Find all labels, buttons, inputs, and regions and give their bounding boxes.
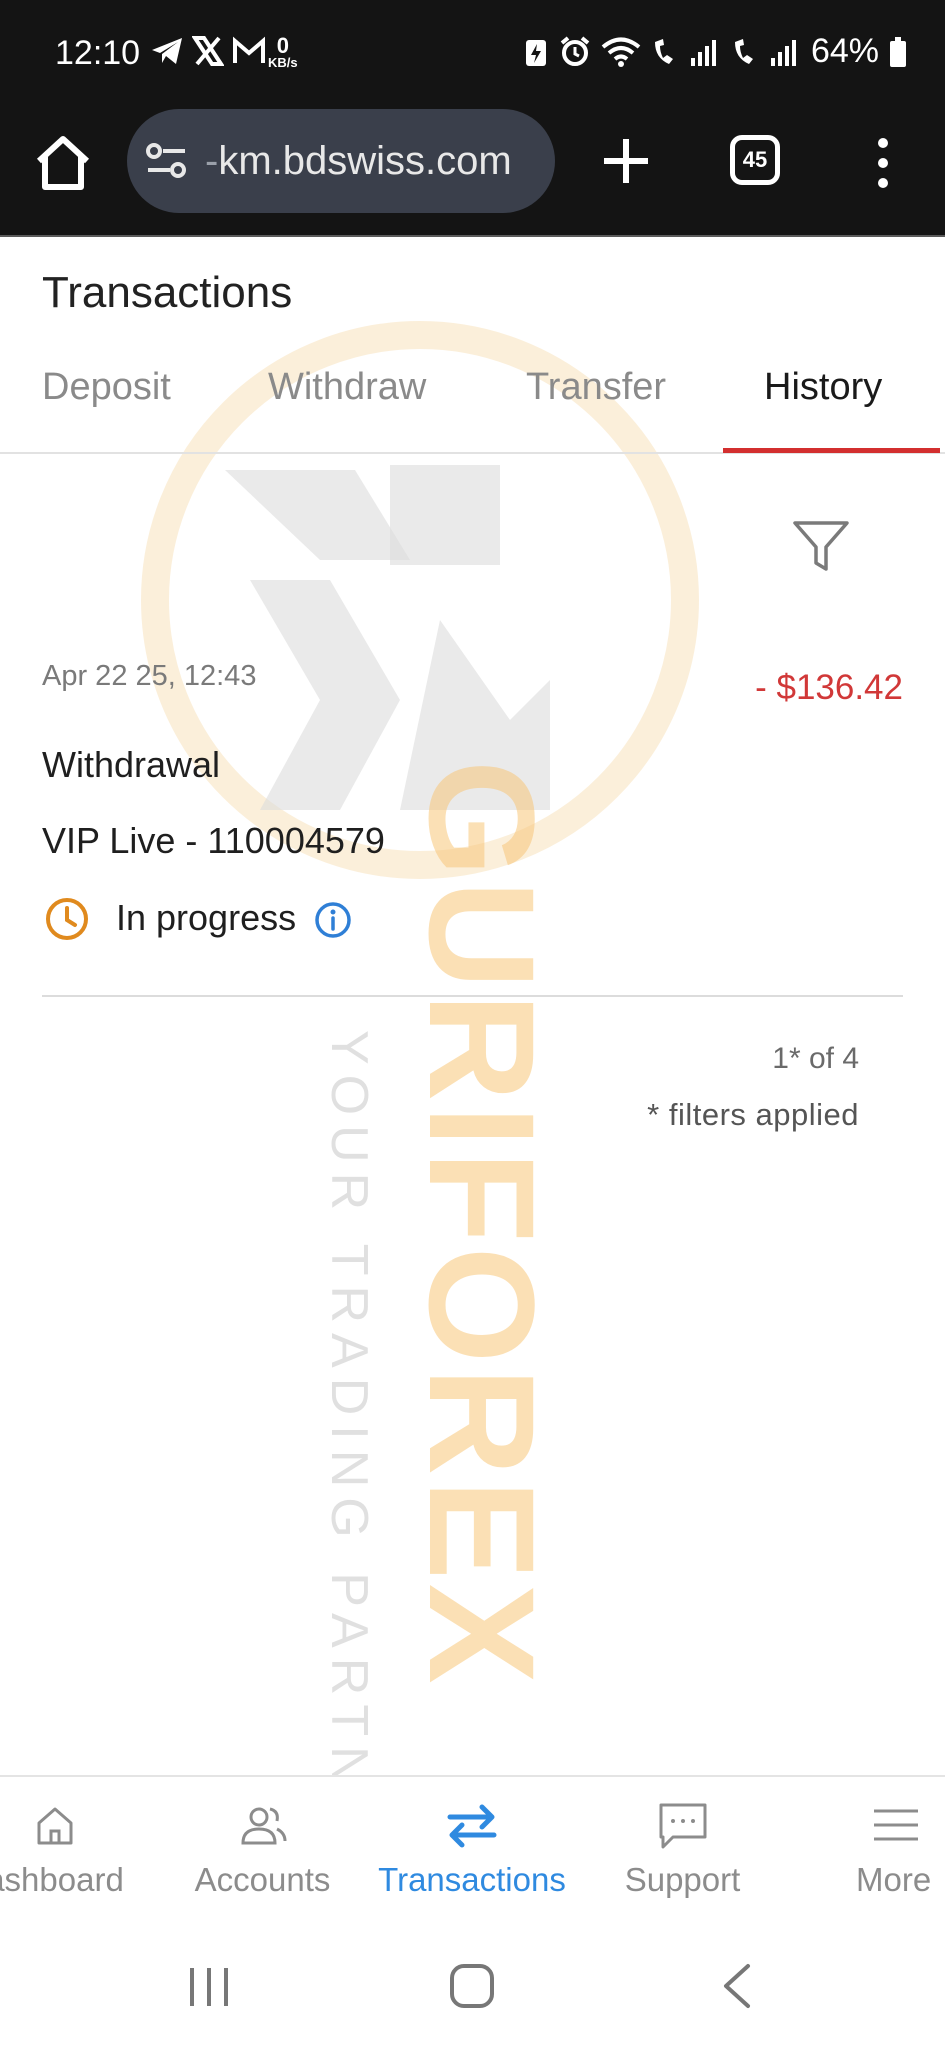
swap-arrows-icon <box>447 1804 497 1848</box>
recent-apps-icon[interactable] <box>186 1964 232 2010</box>
nav-support[interactable]: Support <box>610 1777 755 1907</box>
battery-percent: 64% <box>810 32 879 70</box>
back-icon[interactable] <box>718 1962 758 2010</box>
status-time: 12:10 <box>55 34 141 72</box>
browser-toolbar: -km.bdswiss.com 45 <box>0 105 945 237</box>
tab-withdraw[interactable]: Withdraw <box>268 366 426 409</box>
home-icon[interactable] <box>33 133 93 193</box>
wifi-icon <box>601 37 641 67</box>
system-status-icons: 64% <box>523 32 907 71</box>
bottom-navigation: ashboard Accounts Transactions Support M… <box>0 1775 945 1942</box>
filter-icon[interactable] <box>790 515 852 577</box>
home-button-icon[interactable] <box>448 1962 496 2010</box>
volte-signal-2-icon <box>734 38 796 66</box>
nav-label: Accounts <box>194 1861 331 1898</box>
gmail-icon <box>233 36 265 63</box>
users-icon <box>240 1807 286 1845</box>
watermark-tagline: YOUR TRADING PARTNER <box>320 1030 378 1886</box>
alarm-icon <box>560 35 590 66</box>
battery-icon <box>890 36 906 67</box>
transaction-account: VIP Live - 110004579 <box>42 820 385 861</box>
nav-transactions[interactable]: Transactions <box>364 1777 580 1907</box>
address-bar[interactable]: -km.bdswiss.com <box>127 109 555 213</box>
site-settings-icon[interactable] <box>145 141 189 181</box>
page-title: Transactions <box>42 268 293 317</box>
nav-label: ashboard <box>0 1861 124 1898</box>
watermark-logo: GURIFOREX YOUR TRADING PARTNER <box>141 321 699 1886</box>
status-bar: 12:10 0 KB/s 64% <box>0 0 945 105</box>
filters-applied-note: * filters applied <box>647 1097 859 1132</box>
chat-icon <box>659 1803 706 1849</box>
nav-label: Support <box>624 1861 741 1898</box>
pagination-count: 1* of 4 <box>772 1042 859 1075</box>
active-tab-indicator <box>723 448 940 453</box>
volte-signal-1-icon <box>654 38 716 66</box>
tab-transfer[interactable]: Transfer <box>526 366 666 409</box>
battery-saver-icon <box>525 39 546 66</box>
transaction-type: Withdrawal <box>42 744 221 785</box>
new-tab-icon[interactable] <box>598 133 654 189</box>
tab-history[interactable]: History <box>764 366 882 409</box>
nav-accounts[interactable]: Accounts <box>190 1777 335 1907</box>
row-divider <box>42 995 903 997</box>
nav-dashboard[interactable]: ashboard <box>0 1777 130 1907</box>
nav-label: More <box>856 1861 932 1898</box>
net-speed: 0 KB/s <box>268 33 298 70</box>
info-icon[interactable] <box>313 900 353 940</box>
system-navigation-bar <box>0 1940 945 2048</box>
watermark-brand: GURIFOREX <box>398 760 566 1688</box>
notification-icons <box>150 36 266 66</box>
tab-switcher-button[interactable]: 45 <box>730 135 780 185</box>
nav-more[interactable]: More <box>818 1777 945 1907</box>
home-icon <box>37 1807 73 1845</box>
telegram-icon <box>152 38 182 64</box>
tab-deposit[interactable]: Deposit <box>42 366 171 409</box>
url-text: -km.bdswiss.com <box>205 138 512 183</box>
hamburger-icon <box>874 1809 918 1841</box>
nav-label: Transactions <box>378 1861 566 1898</box>
transaction-status: In progress <box>116 897 297 938</box>
overflow-menu-icon[interactable] <box>868 135 898 191</box>
x-app-icon <box>192 36 224 66</box>
clock-icon <box>46 898 88 940</box>
transaction-date: Apr 22 25, 12:43 <box>42 660 257 692</box>
transaction-amount: - $136.42 <box>755 668 903 707</box>
